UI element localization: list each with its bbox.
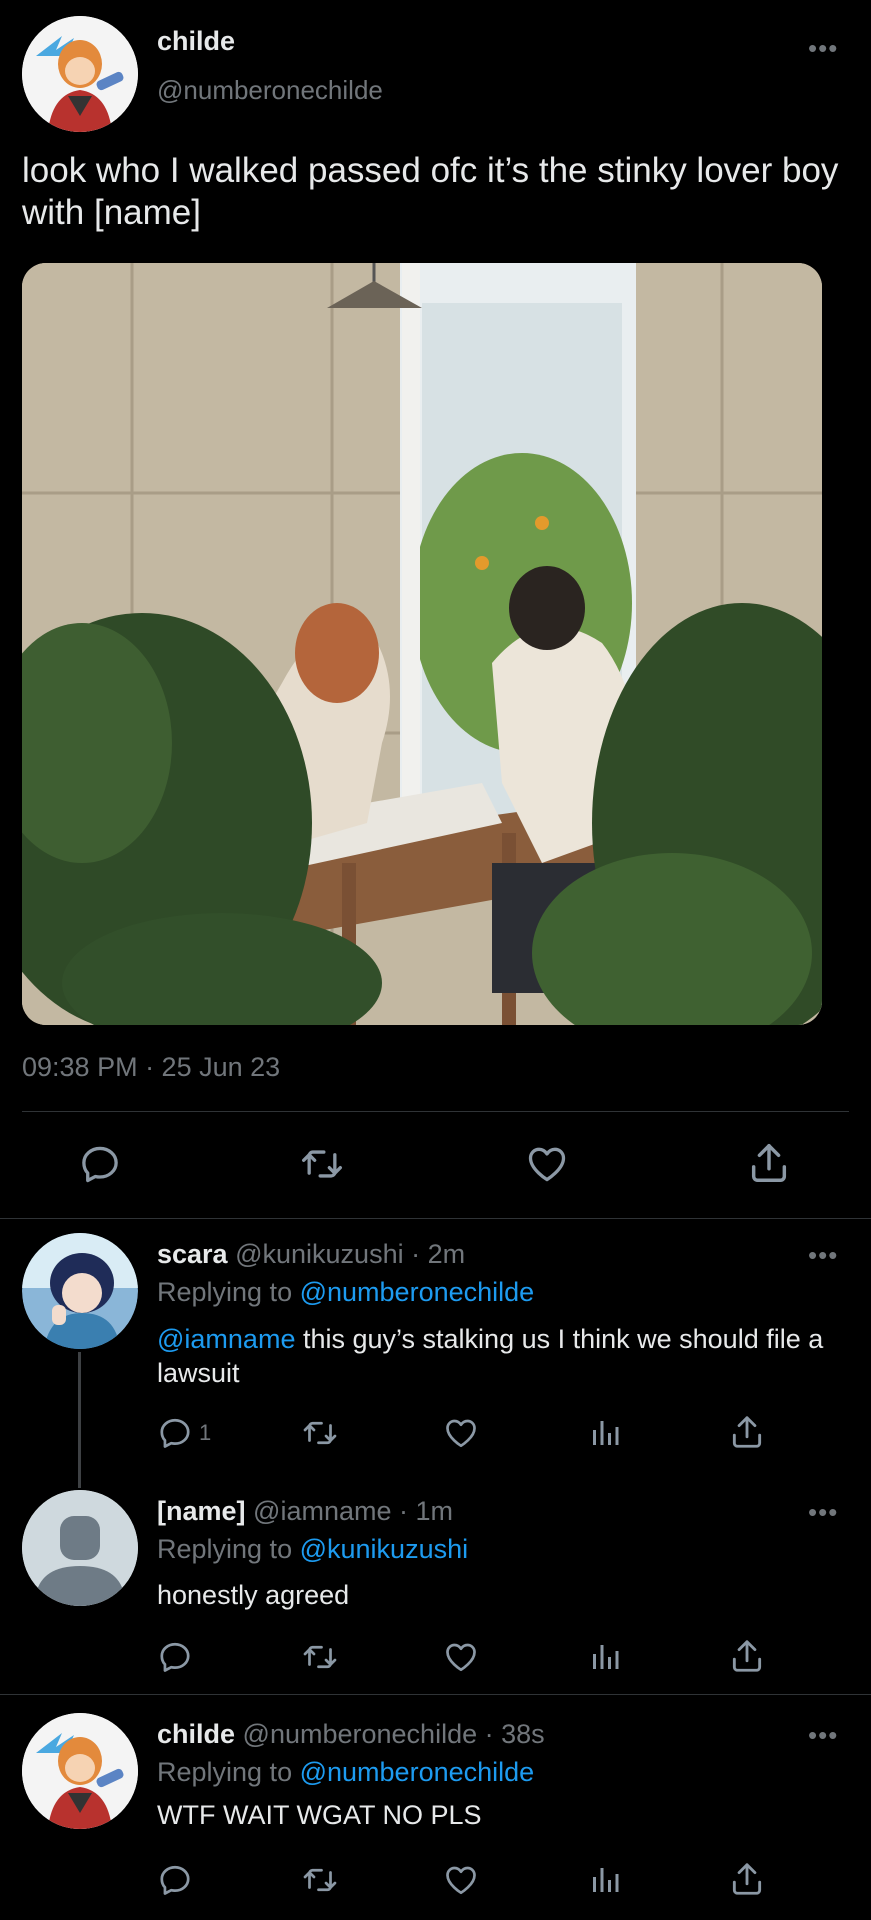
retweet-icon[interactable] — [298, 1142, 346, 1186]
reply-body: honestly agreed — [157, 1580, 350, 1610]
replying-to-link[interactable]: @kunikuzushi — [300, 1534, 469, 1564]
views-icon[interactable] — [587, 1639, 623, 1675]
tweet-text: look who I walked passed ofc it’s the st… — [22, 151, 839, 232]
retweet-icon[interactable] — [300, 1415, 340, 1451]
reply-author-name[interactable]: scara — [157, 1239, 228, 1269]
like-icon[interactable] — [524, 1142, 570, 1186]
views-icon[interactable] — [587, 1415, 623, 1451]
reply-text: @iamname this guy’s stalking us I think … — [157, 1322, 847, 1390]
thread-line — [78, 1352, 81, 1488]
views-icon[interactable] — [587, 1862, 623, 1898]
share-icon[interactable] — [728, 1413, 766, 1451]
retweet-icon[interactable] — [300, 1862, 340, 1898]
reply-author-handle[interactable]: @iamname — [253, 1496, 391, 1526]
more-icon[interactable]: ••• — [808, 35, 838, 61]
share-icon[interactable] — [746, 1140, 792, 1186]
avatar-scara[interactable] — [22, 1233, 138, 1349]
retweet-icon[interactable] — [300, 1639, 340, 1675]
replying-to-label: Replying to — [157, 1757, 293, 1787]
reply-time: · 1m — [399, 1496, 454, 1526]
author-handle[interactable]: @numberonechilde — [157, 75, 383, 106]
reply-count: 1 — [199, 1420, 212, 1445]
replying-to-label: Replying to — [157, 1277, 293, 1307]
share-icon[interactable] — [728, 1860, 766, 1898]
more-icon[interactable]: ••• — [808, 1242, 838, 1268]
reply-author-handle[interactable]: @kunikuzushi — [235, 1239, 404, 1269]
tweet-photo[interactable] — [22, 263, 822, 1025]
divider — [22, 1111, 849, 1112]
share-icon[interactable] — [728, 1637, 766, 1675]
avatar-childe[interactable] — [22, 16, 138, 132]
reply-icon[interactable]: 1 — [157, 1415, 211, 1451]
like-icon[interactable] — [442, 1415, 480, 1451]
replying-to-link[interactable]: @numberonechilde — [300, 1277, 535, 1307]
reply-icon[interactable] — [157, 1639, 193, 1675]
reply-icon[interactable] — [78, 1142, 122, 1186]
author-name[interactable]: childe — [157, 26, 235, 57]
avatar-default[interactable] — [22, 1490, 138, 1606]
reply-body: WTF WAIT WGAT NO PLS — [157, 1800, 482, 1830]
divider — [0, 1218, 871, 1219]
reply-author-handle[interactable]: @numberonechilde — [243, 1719, 478, 1749]
more-icon[interactable]: ••• — [808, 1499, 838, 1525]
replying-to-label: Replying to — [157, 1534, 293, 1564]
reply-author-name[interactable]: [name] — [157, 1496, 246, 1526]
reply-icon[interactable] — [157, 1862, 193, 1898]
avatar-childe[interactable] — [22, 1713, 138, 1829]
reply-time: · 2m — [411, 1239, 466, 1269]
tweet-timestamp: 09:38 PM · 25 Jun 23 — [22, 1052, 281, 1082]
divider — [0, 1694, 871, 1695]
like-icon[interactable] — [442, 1862, 480, 1898]
reply-author-name[interactable]: childe — [157, 1719, 235, 1749]
more-icon[interactable]: ••• — [808, 1722, 838, 1748]
replying-to-link[interactable]: @numberonechilde — [300, 1757, 535, 1787]
reply-time: · 38s — [484, 1719, 545, 1749]
mention-link[interactable]: @iamname — [157, 1324, 295, 1354]
like-icon[interactable] — [442, 1639, 480, 1675]
